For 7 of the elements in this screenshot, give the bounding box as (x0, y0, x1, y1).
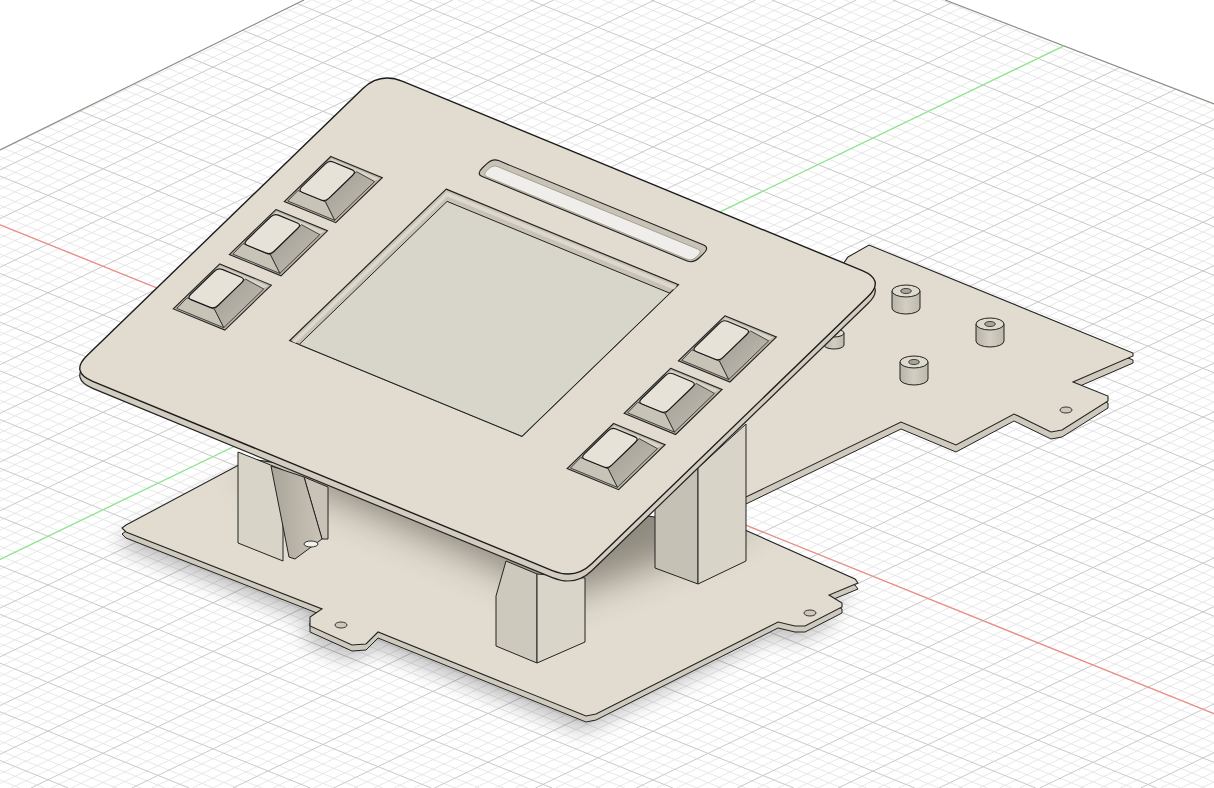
mounting-hole (1059, 406, 1073, 414)
standoff (891, 284, 921, 315)
standoff (975, 317, 1005, 348)
standoff (899, 355, 929, 386)
mounting-hole (334, 621, 348, 629)
mounting-hole (803, 609, 817, 617)
screw-hole (303, 540, 319, 548)
